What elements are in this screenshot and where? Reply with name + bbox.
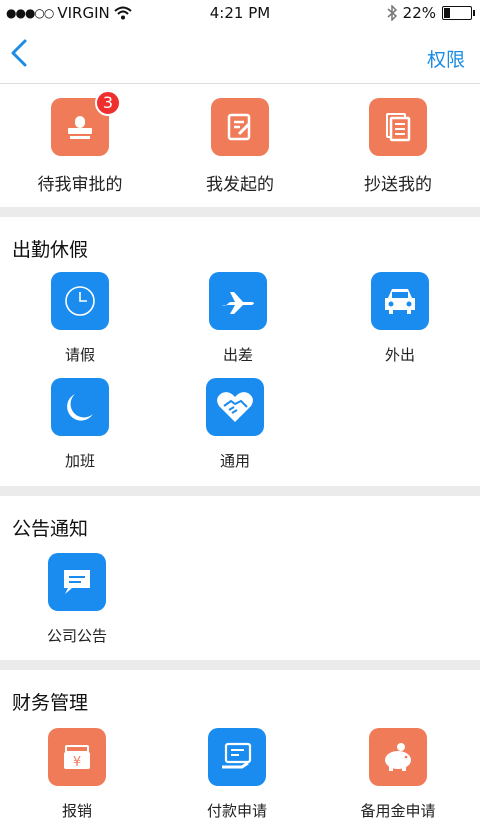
going-out-item[interactable]: 外出 <box>350 272 450 365</box>
stamp-icon: 3 <box>51 90 121 156</box>
handshake-icon <box>206 378 264 436</box>
status-bar: ●●●○○ VIRGIN 4:21 PM 22% <box>0 0 480 26</box>
cc-to-me-label: 抄送我的 <box>364 175 432 195</box>
initiated-by-me-item[interactable]: 我发起的 <box>190 98 290 195</box>
approval-row: 3 待我审批的 我发起的 抄送我的 <box>0 90 480 208</box>
permission-button[interactable]: 权限 <box>427 45 465 72</box>
car-icon <box>371 272 429 330</box>
back-button[interactable] <box>10 38 34 70</box>
petty-cash-label: 备用金申请 <box>360 802 436 820</box>
clock-icon <box>51 272 109 330</box>
message-icon <box>48 553 106 611</box>
section-divider <box>0 486 480 496</box>
overtime-item[interactable]: 加班 <box>30 378 130 471</box>
general-label: 通用 <box>219 452 250 470</box>
battery-percent: 22% <box>402 4 436 22</box>
pending-approval-label: 待我审批的 <box>37 175 123 195</box>
notice-section-title: 公告通知 <box>12 518 89 540</box>
overtime-label: 加班 <box>64 452 95 470</box>
pending-approval-item[interactable]: 3 待我审批的 <box>30 90 130 195</box>
company-notice-label: 公司公告 <box>46 627 107 645</box>
chevron-left-icon <box>11 39 27 67</box>
moon-icon <box>51 378 109 436</box>
reimbursement-item[interactable]: ¥ 报销 <box>27 728 127 821</box>
general-item[interactable]: 通用 <box>185 378 285 471</box>
business-trip-item[interactable]: 出差 <box>188 272 288 365</box>
cc-to-me-item[interactable]: 抄送我的 <box>348 98 448 195</box>
finance-section-title: 财务管理 <box>12 692 89 714</box>
payment-card-icon <box>208 728 266 786</box>
reimbursement-label: 报销 <box>61 802 92 820</box>
yuan-wallet-icon: ¥ <box>48 728 106 786</box>
business-trip-label: 出差 <box>222 346 253 364</box>
edit-document-icon <box>211 98 269 156</box>
initiated-by-me-label: 我发起的 <box>206 175 274 195</box>
bluetooth-icon <box>387 5 397 21</box>
payment-request-item[interactable]: 付款申请 <box>187 728 287 821</box>
notification-badge: 3 <box>95 90 121 116</box>
leave-section-title: 出勤休假 <box>12 239 89 261</box>
payment-request-label: 付款申请 <box>206 802 267 820</box>
section-divider <box>0 207 480 217</box>
leave-request-item[interactable]: 请假 <box>30 272 130 365</box>
going-out-label: 外出 <box>384 346 415 364</box>
company-notice-item[interactable]: 公司公告 <box>27 553 127 646</box>
piggy-bank-icon <box>369 728 427 786</box>
airplane-icon <box>209 272 267 330</box>
svg-text:¥: ¥ <box>73 755 81 770</box>
petty-cash-item[interactable]: 备用金申请 <box>348 728 448 821</box>
leave-request-label: 请假 <box>64 346 95 364</box>
nav-bar: 权限 <box>0 26 480 84</box>
section-divider <box>0 660 480 670</box>
copy-documents-icon <box>369 98 427 156</box>
battery-icon <box>442 6 475 20</box>
